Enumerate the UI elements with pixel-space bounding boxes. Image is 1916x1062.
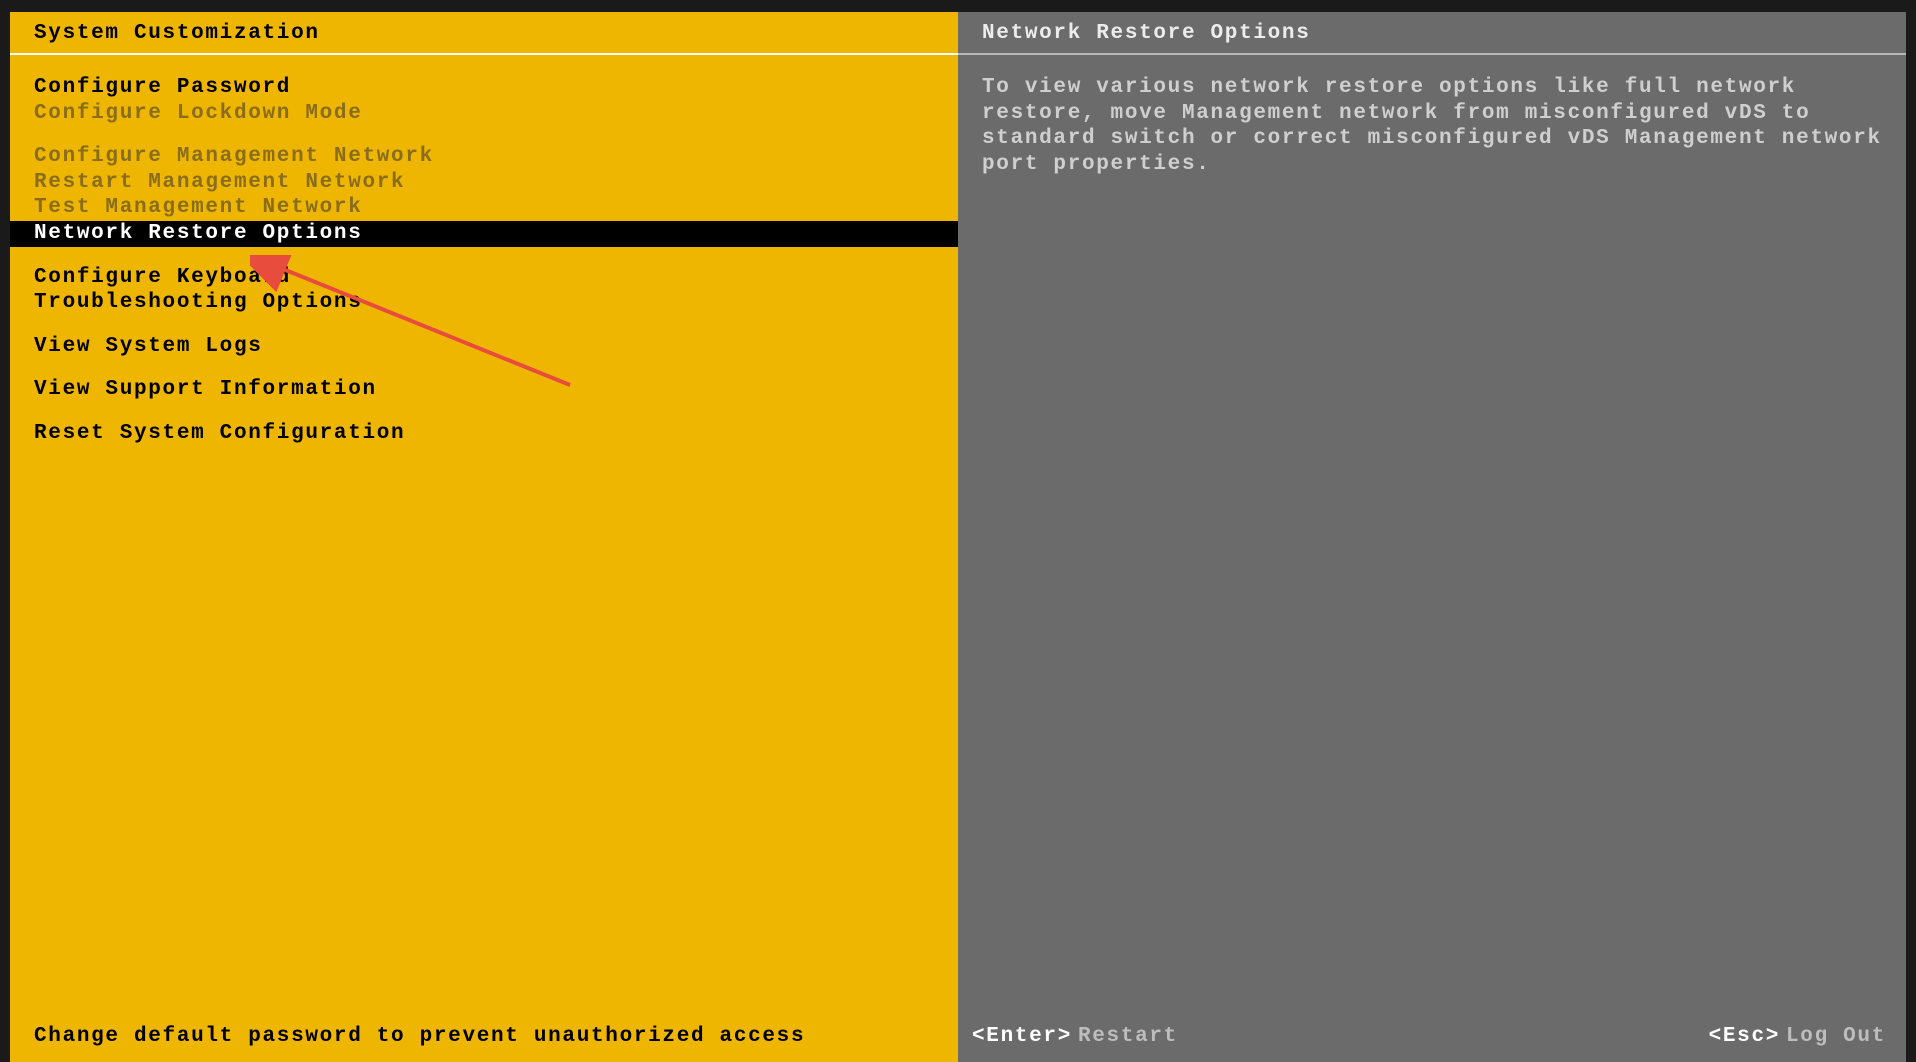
menu-group: Configure Management Network Restart Man… [34,144,934,246]
footer-enter-hint[interactable]: <Enter> Restart [972,1025,1178,1048]
menu-item-configure-password[interactable]: Configure Password [34,75,934,101]
right-divider [958,53,1906,55]
menu-item-view-support-information[interactable]: View Support Information [34,377,934,403]
menu-item-reset-system-configuration[interactable]: Reset System Configuration [34,421,934,447]
menu-group: View Support Information [34,377,934,403]
esc-key-label: <Esc> [1709,1025,1780,1048]
left-panel-title: System Customization [10,12,958,53]
menu-group: View System Logs [34,334,934,360]
right-panel-title: Network Restore Options [958,12,1906,53]
menu-item-restart-management-network[interactable]: Restart Management Network [34,170,934,196]
menu-item-view-system-logs[interactable]: View System Logs [34,334,934,360]
right-panel: Network Restore Options To view various … [958,12,1906,1062]
menu-item-configure-lockdown-mode[interactable]: Configure Lockdown Mode [34,101,934,127]
left-divider [10,53,958,55]
right-panel-content: To view various network restore options … [958,75,1906,1025]
menu-item-troubleshooting-options[interactable]: Troubleshooting Options [34,290,934,316]
enter-key-label: <Enter> [972,1025,1072,1048]
right-panel-description: To view various network restore options … [982,75,1882,177]
menu-group: Configure Keyboard Troubleshooting Optio… [34,265,934,316]
system-customization-menu: Configure Password Configure Lockdown Mo… [10,75,958,1025]
esc-action-label: Log Out [1786,1025,1886,1048]
menu-group: Configure Password Configure Lockdown Mo… [34,75,934,126]
footer-esc-hint[interactable]: <Esc> Log Out [1709,1025,1886,1048]
menu-group: Reset System Configuration [34,421,934,447]
menu-item-configure-management-network[interactable]: Configure Management Network [34,144,934,170]
menu-item-network-restore-options[interactable]: Network Restore Options [10,221,958,247]
enter-action-label: Restart [1078,1025,1178,1048]
left-panel: System Customization Configure Password … [10,12,958,1062]
menu-item-test-management-network[interactable]: Test Management Network [34,195,934,221]
left-footer-message: Change default password to prevent unaut… [10,1025,958,1062]
right-footer: <Enter> Restart <Esc> Log Out [958,1025,1906,1062]
menu-item-configure-keyboard[interactable]: Configure Keyboard [34,265,934,291]
